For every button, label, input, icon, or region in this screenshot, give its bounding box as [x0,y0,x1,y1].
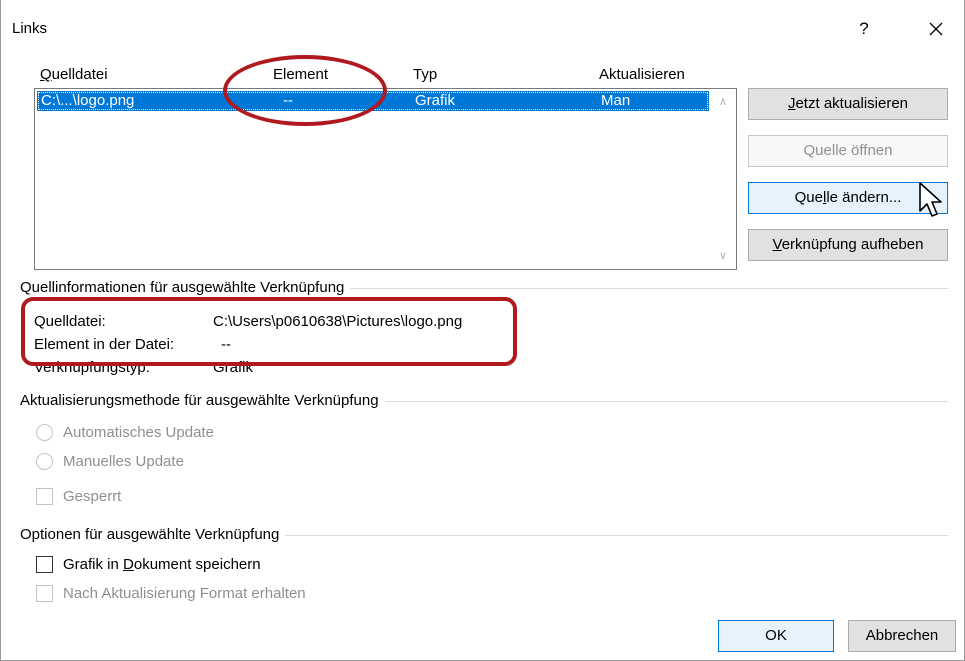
locked-checkbox[interactable] [36,488,53,505]
list-scrollbar[interactable]: ∧ ∨ [710,89,736,269]
break-link-button[interactable]: Verknüpfung aufheben [748,229,948,261]
mouse-pointer-icon [919,182,942,217]
save-graphic-mnemonic: D [123,556,134,573]
column-header-source[interactable]: Quelldatei [40,66,108,83]
scroll-down-icon[interactable]: ∨ [716,249,730,263]
options-heading: Optionen für ausgewählte Verknüpfung [20,526,286,543]
save-graphic-post: okument speichern [133,556,261,573]
title-bar: Links ? [1,0,964,54]
row-element: -- [283,92,293,109]
help-button[interactable]: ? [849,14,879,44]
ok-button[interactable]: OK [718,620,834,652]
source-info-heading: Quellinformationen für ausgewählte Verkn… [20,279,351,296]
annotation-box [21,297,517,366]
links-list[interactable]: C:\...\logo.png -- Grafik Man ∧ ∨ [34,88,737,270]
cancel-button[interactable]: Abbrechen [848,620,956,652]
table-row[interactable]: C:\...\logo.png -- Grafik Man [37,91,709,111]
save-graphic-pre: Grafik in [63,556,124,573]
link-type-label: Verknüpfungstyp: [34,359,150,376]
column-header-source-post: uelldatei [51,66,108,83]
save-graphic-label: Grafik in Dokument speichern [63,556,261,573]
row-source: C:\...\logo.png [41,92,135,109]
break-link-label: erknüpfung aufheben [781,236,924,253]
keep-format-checkbox[interactable] [36,585,53,602]
update-now-label: etzt aktualisieren [795,95,909,112]
auto-update-radio[interactable] [36,424,53,441]
element-in-file-value: -- [221,336,231,353]
dialog-title: Links [12,20,48,37]
column-header-element[interactable]: Element [273,66,328,83]
manual-update-label: Manuelles Update [63,453,184,470]
column-header-source-mnemonic: Q [40,66,52,83]
column-header-type[interactable]: Typ [413,66,437,83]
locked-label: Gesperrt [63,488,122,505]
save-graphic-checkbox[interactable] [36,556,53,573]
open-source-button[interactable]: Quelle öffnen [748,135,948,167]
element-in-file-label: Element in der Datei: [34,336,175,353]
source-file-value: C:\Users\p0610638\Pictures\logo.png [213,313,463,330]
break-link-mnemonic: V [772,236,782,253]
keep-format-label: Nach Aktualisierung Format erhalten [63,585,306,602]
update-method-heading: Aktualisierungsmethode für ausgewählte V… [20,392,385,409]
close-button[interactable] [919,14,953,44]
change-source-post: le ändern... [826,189,902,206]
row-type: Grafik [415,92,456,109]
row-update: Man [601,92,631,109]
link-type-value: Grafik [213,359,254,376]
close-icon [929,22,943,36]
change-source-pre: Que [794,189,823,206]
manual-update-radio[interactable] [36,453,53,470]
update-now-button[interactable]: Jetzt aktualisieren [748,88,948,120]
auto-update-label: Automatisches Update [63,424,214,441]
scroll-up-icon[interactable]: ∧ [716,95,730,109]
links-dialog: Links ? Quelldatei Element Typ Aktualisi… [0,0,965,661]
source-file-label: Quelldatei: [34,313,106,330]
column-header-update[interactable]: Aktualisieren [599,66,685,83]
